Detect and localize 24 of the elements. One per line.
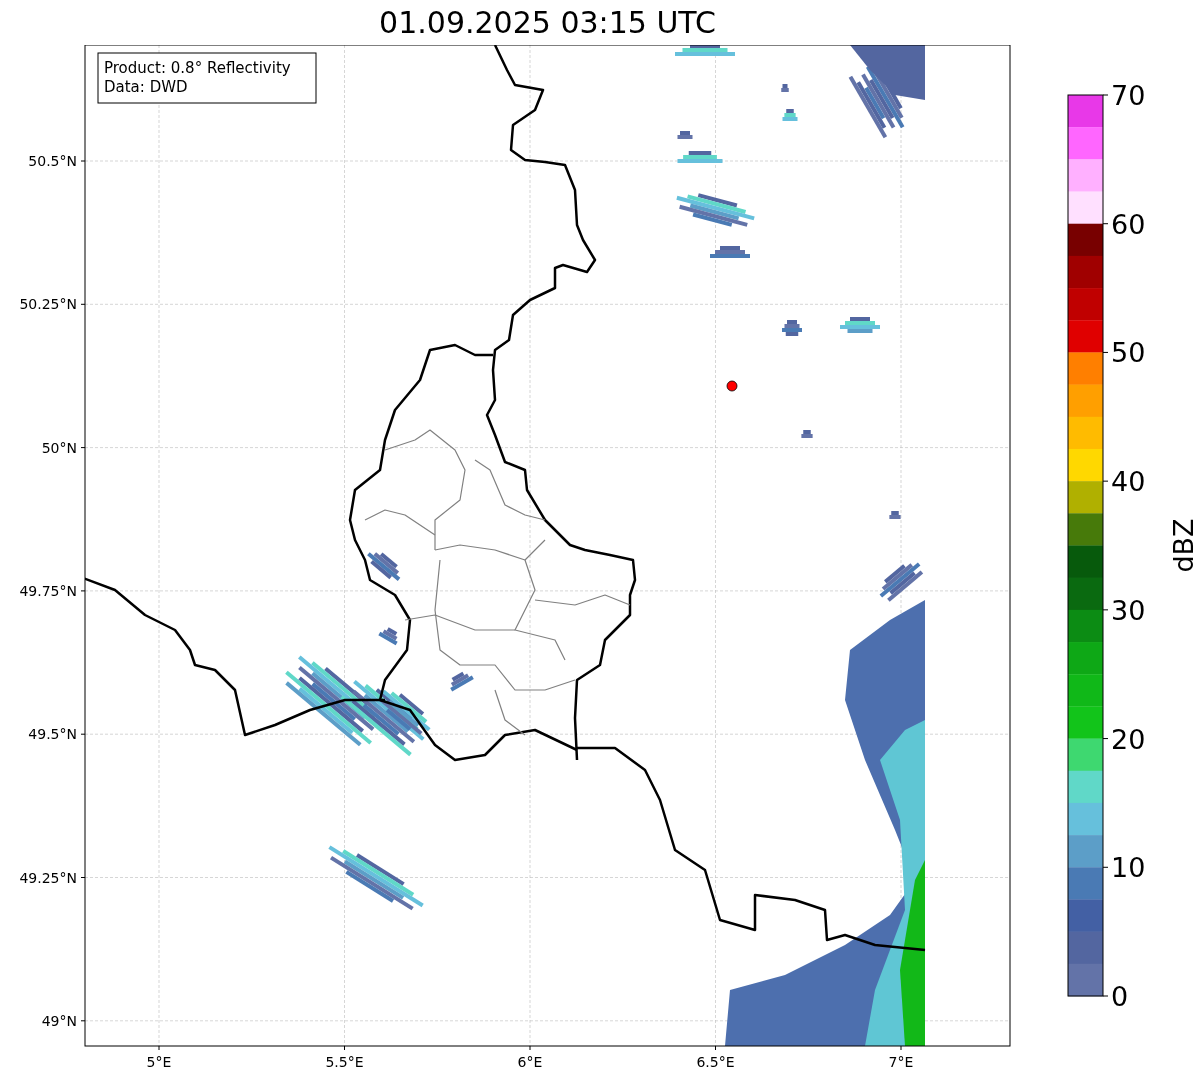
longitude-label: 5.5°E [325,1054,364,1070]
colorbar-tick-label: 70 [1111,80,1146,111]
colorbar-tick-label: 20 [1111,723,1146,755]
latitude-label: 50.25°N [19,296,77,313]
latitude-label: 49.75°N [19,582,77,599]
longitude-label: 7°E [888,1054,914,1070]
colorbar-tick-label: 0 [1111,981,1129,1012]
chart-title: 01.09.2025 03:15 UTC [378,4,717,42]
colorbar-label: dBZ [1168,518,1199,573]
longitude-label: 6.5°E [696,1054,735,1070]
longitude-label: 6°E [517,1054,543,1070]
latitude-label: 50°N [41,439,77,456]
latitude-label: 49.5°N [28,726,77,743]
latitude-label: 49.25°N [19,869,77,886]
latitude-label: 49°N [41,1012,77,1029]
colorbar-tick-label: 10 [1111,852,1146,884]
colorbar-tick-label: 50 [1111,337,1146,369]
longitude-label: 5°E [146,1054,172,1070]
latitude-label: 50.5°N [28,153,77,169]
colorbar-tick-label: 40 [1111,466,1146,498]
colorbar-tick-label: 60 [1111,208,1146,240]
info-text: Data: DWD [104,78,188,96]
info-text: Product: 0.8° Reflectivity [104,59,291,77]
colorbar-tick-label: 30 [1111,594,1146,626]
